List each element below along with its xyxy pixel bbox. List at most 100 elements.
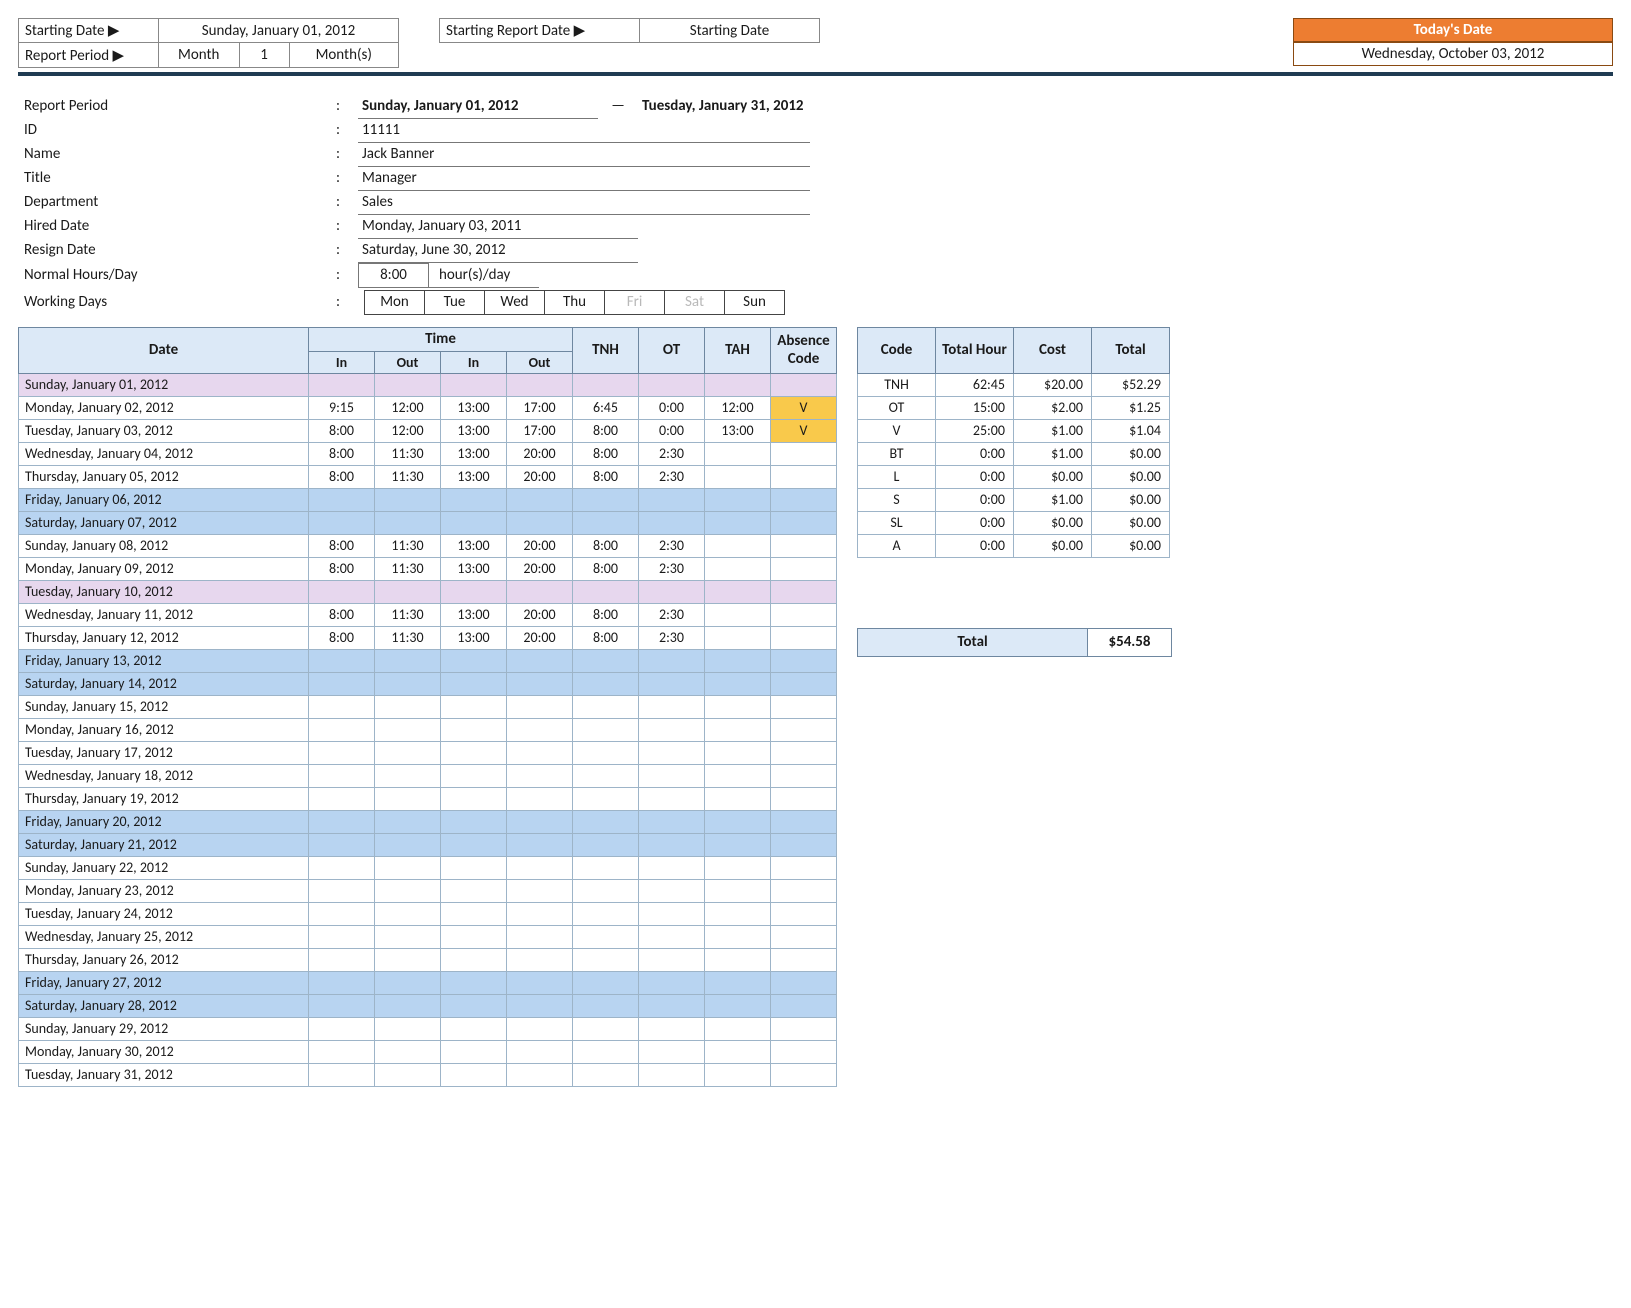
cell-value[interactable]: 2:30 bbox=[639, 465, 705, 488]
cell-value[interactable] bbox=[309, 833, 375, 856]
cell-value[interactable] bbox=[507, 741, 573, 764]
cell-value[interactable] bbox=[705, 373, 771, 396]
cell-value[interactable]: 2:30 bbox=[639, 442, 705, 465]
cell-value[interactable] bbox=[771, 488, 837, 511]
cell-value[interactable] bbox=[309, 718, 375, 741]
cell-value[interactable] bbox=[441, 787, 507, 810]
cell-value[interactable] bbox=[639, 1017, 705, 1040]
cell-value[interactable] bbox=[375, 1040, 441, 1063]
cell-value[interactable] bbox=[441, 741, 507, 764]
cell-value[interactable] bbox=[639, 948, 705, 971]
cell-value[interactable] bbox=[705, 741, 771, 764]
cell-value[interactable] bbox=[771, 442, 837, 465]
cell-value[interactable] bbox=[309, 511, 375, 534]
cell-value[interactable]: 8:00 bbox=[309, 557, 375, 580]
cell-value[interactable] bbox=[441, 764, 507, 787]
day-wed[interactable]: Wed bbox=[485, 290, 545, 314]
cell-value[interactable] bbox=[705, 672, 771, 695]
cell-value[interactable]: 13:00 bbox=[441, 557, 507, 580]
cell-value[interactable] bbox=[771, 856, 837, 879]
cell-value[interactable] bbox=[573, 695, 639, 718]
cell-value[interactable] bbox=[705, 1017, 771, 1040]
cell-value[interactable] bbox=[705, 488, 771, 511]
cell-value[interactable]: 8:00 bbox=[573, 557, 639, 580]
cell-value[interactable] bbox=[507, 902, 573, 925]
cell-value[interactable] bbox=[771, 1040, 837, 1063]
cell-value[interactable] bbox=[639, 764, 705, 787]
cell-value[interactable] bbox=[573, 948, 639, 971]
cell-value[interactable] bbox=[441, 902, 507, 925]
cell-value[interactable] bbox=[441, 971, 507, 994]
cell-value[interactable] bbox=[771, 925, 837, 948]
cell-value[interactable] bbox=[771, 580, 837, 603]
cell-value[interactable] bbox=[375, 672, 441, 695]
cell-value[interactable] bbox=[573, 741, 639, 764]
cell-value[interactable] bbox=[441, 1040, 507, 1063]
cell-value[interactable] bbox=[639, 741, 705, 764]
cell-value[interactable] bbox=[573, 580, 639, 603]
cell-value[interactable] bbox=[309, 971, 375, 994]
cell-value[interactable] bbox=[309, 764, 375, 787]
cell-value[interactable] bbox=[705, 925, 771, 948]
cell-value[interactable] bbox=[507, 649, 573, 672]
day-fri[interactable]: Fri bbox=[605, 290, 665, 314]
cell-value[interactable] bbox=[771, 534, 837, 557]
starting-report-value[interactable]: Starting Date bbox=[640, 19, 820, 43]
cell-value[interactable] bbox=[573, 971, 639, 994]
cell-value[interactable] bbox=[441, 833, 507, 856]
day-thu[interactable]: Thu bbox=[545, 290, 605, 314]
cell-value[interactable] bbox=[507, 879, 573, 902]
cell-value[interactable] bbox=[771, 672, 837, 695]
cell-value[interactable] bbox=[441, 695, 507, 718]
cell-value[interactable] bbox=[507, 764, 573, 787]
cell-value[interactable]: 8:00 bbox=[309, 626, 375, 649]
cell-value[interactable] bbox=[705, 810, 771, 833]
cell-value[interactable] bbox=[375, 856, 441, 879]
cell-value[interactable] bbox=[309, 925, 375, 948]
cell-value[interactable]: 2:30 bbox=[639, 603, 705, 626]
cell-value[interactable] bbox=[705, 787, 771, 810]
cell-value[interactable]: 13:00 bbox=[705, 419, 771, 442]
cell-value[interactable] bbox=[573, 856, 639, 879]
cell-value[interactable]: 13:00 bbox=[441, 626, 507, 649]
cell-value[interactable] bbox=[309, 948, 375, 971]
cell-value[interactable]: 11:30 bbox=[375, 626, 441, 649]
hired-value[interactable]: Monday, January 03, 2011 bbox=[358, 214, 638, 238]
cell-value[interactable]: 20:00 bbox=[507, 603, 573, 626]
cell-value[interactable] bbox=[771, 810, 837, 833]
cell-value[interactable]: V bbox=[771, 419, 837, 442]
cell-value[interactable] bbox=[705, 994, 771, 1017]
cell-value[interactable] bbox=[375, 511, 441, 534]
cell-value[interactable]: 11:30 bbox=[375, 534, 441, 557]
cell-value[interactable] bbox=[507, 833, 573, 856]
cell-value[interactable] bbox=[441, 994, 507, 1017]
cell-value[interactable] bbox=[507, 718, 573, 741]
cell-value[interactable]: 8:00 bbox=[573, 442, 639, 465]
dept-value[interactable]: Sales bbox=[358, 190, 810, 214]
cell-value[interactable] bbox=[375, 488, 441, 511]
cell-value[interactable] bbox=[639, 511, 705, 534]
cell-value[interactable] bbox=[309, 672, 375, 695]
period-count[interactable]: 1 bbox=[239, 43, 289, 67]
id-value[interactable]: 11111 bbox=[358, 118, 810, 142]
cell-value[interactable] bbox=[507, 373, 573, 396]
cell-value[interactable]: 2:30 bbox=[639, 534, 705, 557]
cell-value[interactable]: 8:00 bbox=[309, 534, 375, 557]
cell-value[interactable] bbox=[705, 718, 771, 741]
cell-value[interactable] bbox=[309, 810, 375, 833]
cell-value[interactable] bbox=[375, 971, 441, 994]
cell-value[interactable] bbox=[639, 1063, 705, 1086]
cell-value[interactable] bbox=[771, 1063, 837, 1086]
cell-value[interactable]: 6:45 bbox=[573, 396, 639, 419]
day-tue[interactable]: Tue bbox=[425, 290, 485, 314]
cell-value[interactable]: 8:00 bbox=[309, 465, 375, 488]
day-mon[interactable]: Mon bbox=[365, 290, 425, 314]
cell-value[interactable] bbox=[507, 488, 573, 511]
hours-value[interactable]: 8:00 bbox=[359, 263, 429, 287]
cell-value[interactable] bbox=[705, 465, 771, 488]
cell-value[interactable] bbox=[441, 649, 507, 672]
cell-value[interactable] bbox=[771, 971, 837, 994]
cell-value[interactable] bbox=[639, 718, 705, 741]
cell-value[interactable] bbox=[573, 373, 639, 396]
cell-value[interactable] bbox=[441, 856, 507, 879]
